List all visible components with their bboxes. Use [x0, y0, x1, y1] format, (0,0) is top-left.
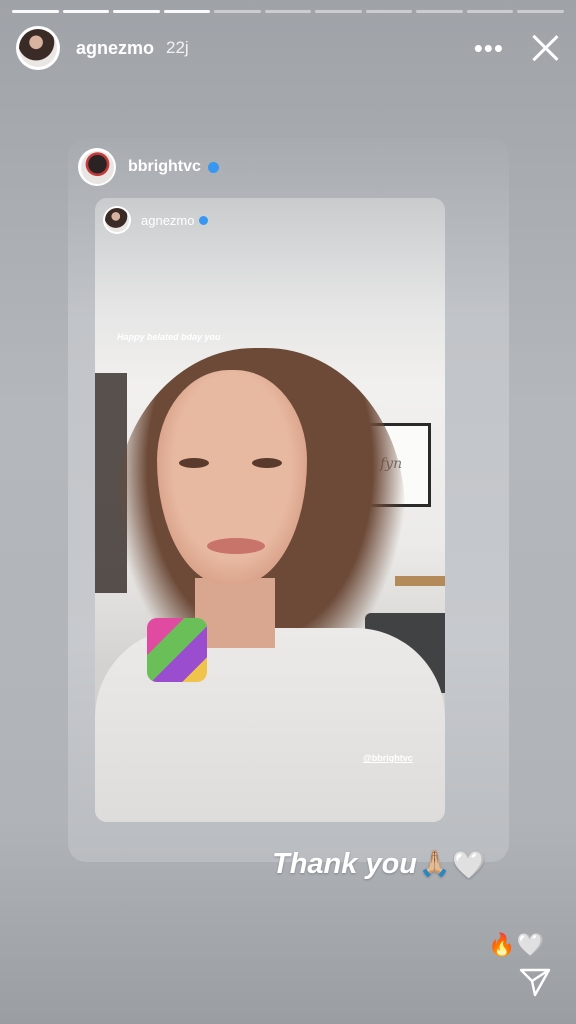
white-heart-icon[interactable]: 🤍: [517, 932, 544, 958]
inner-username: agnezmo: [141, 212, 195, 228]
caption-text: Thank you: [272, 848, 418, 880]
avatar[interactable]: [78, 148, 116, 186]
progress-segment: [466, 10, 514, 13]
avatar: [103, 206, 131, 234]
story-progress-bar: [12, 10, 565, 13]
story-username[interactable]: agnezmo: [76, 38, 154, 59]
white-heart-icon: 🤍: [452, 849, 486, 880]
verified-badge-icon: [199, 215, 209, 225]
progress-segment: [365, 10, 413, 13]
verified-badge-icon: [207, 161, 219, 173]
progress-segment: [416, 10, 463, 13]
send-icon[interactable]: [518, 964, 552, 998]
fire-icon[interactable]: 🔥: [488, 932, 515, 958]
inner-story-preview[interactable]: agnezmo fyn Happy belated bday you @bbri…: [95, 198, 445, 822]
progress-segment: [264, 10, 312, 13]
quick-reactions[interactable]: 🔥 🤍: [488, 932, 544, 958]
inner-story-header: agnezmo: [103, 206, 209, 234]
header-actions: •••: [474, 33, 560, 63]
more-options-icon[interactable]: •••: [474, 35, 504, 61]
progress-segment: [517, 10, 565, 13]
mention-sticker[interactable]: @bbrightvc: [363, 753, 413, 763]
shared-card-header: bbrightvc: [78, 148, 219, 186]
avatar[interactable]: [16, 26, 60, 70]
progress-segment: [62, 10, 110, 13]
progress-segment: [113, 10, 160, 13]
person-portrait: [95, 338, 445, 822]
shirt-print: [147, 618, 207, 682]
story-header: agnezmo 22j •••: [16, 24, 560, 72]
progress-segment: [12, 10, 59, 13]
progress-segment: [315, 10, 362, 13]
shared-username[interactable]: bbrightvc: [128, 158, 201, 176]
progress-segment: [163, 10, 211, 13]
progress-segment: [214, 10, 261, 13]
close-icon[interactable]: [530, 33, 560, 63]
shared-story-card[interactable]: bbrightvc agnezmo fyn Happy belated bday…: [68, 138, 509, 862]
inner-story-caption: Happy belated bday you: [117, 332, 221, 342]
story-caption: Thank you 🙏🏼 🤍: [272, 848, 486, 881]
folded-hands-icon: 🙏🏼: [419, 850, 451, 878]
story-timestamp: 22j: [166, 38, 189, 57]
